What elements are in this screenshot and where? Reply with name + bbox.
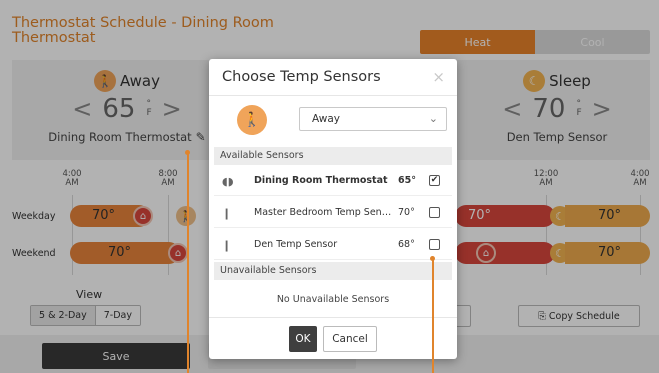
annotation-pointer-dot [430, 256, 435, 261]
ok-button[interactable]: OK [289, 326, 317, 352]
thermostat-icon: ◖◗ [222, 175, 234, 188]
unavailable-sensors-header: Unavailable Sensors [214, 262, 452, 280]
close-icon[interactable]: × [432, 68, 445, 86]
sensor-name: Den Temp Sensor [254, 239, 338, 250]
sensor-temp: 68° [398, 239, 415, 250]
sensor-temp: 65° [398, 175, 416, 186]
sensor-row[interactable]: ◖◗ Dining Room Thermostat 65° ✔ [214, 166, 452, 196]
sensor-name: Dining Room Thermostat [254, 175, 388, 186]
sensor-checkbox[interactable]: ✔ [429, 175, 440, 186]
away-icon: 🚶 [237, 105, 267, 135]
cancel-button[interactable]: Cancel [323, 326, 377, 352]
annotation-pointer [187, 152, 189, 373]
dialog-title: Choose Temp Sensors [222, 69, 381, 85]
sensor-temp: 70° [398, 207, 415, 218]
sensor-checkbox[interactable] [429, 207, 440, 218]
choose-temp-sensors-dialog: Choose Temp Sensors × 🚶 Away ⌄ Available… [209, 59, 457, 359]
sensor-icon: ❙ [222, 207, 232, 220]
divider [209, 95, 457, 96]
annotation-pointer [432, 258, 434, 373]
sensor-row[interactable]: ❙ Den Temp Sensor 68° [214, 230, 452, 260]
divider [209, 317, 457, 318]
sensor-checkbox[interactable] [429, 239, 440, 250]
chevron-down-icon: ⌄ [428, 112, 438, 125]
available-sensors-header: Available Sensors [214, 147, 452, 165]
no-unavailable-sensors-text: No Unavailable Sensors [276, 294, 390, 305]
annotation-pointer-dot [185, 150, 190, 155]
sensor-row[interactable]: ❙ Master Bedroom Temp Sens... 70° [214, 198, 452, 228]
period-select[interactable]: Away ⌄ [299, 107, 447, 131]
sensor-icon: ❙ [222, 239, 232, 252]
period-select-value: Away [312, 113, 340, 125]
sensor-name: Master Bedroom Temp Sens... [254, 207, 394, 218]
